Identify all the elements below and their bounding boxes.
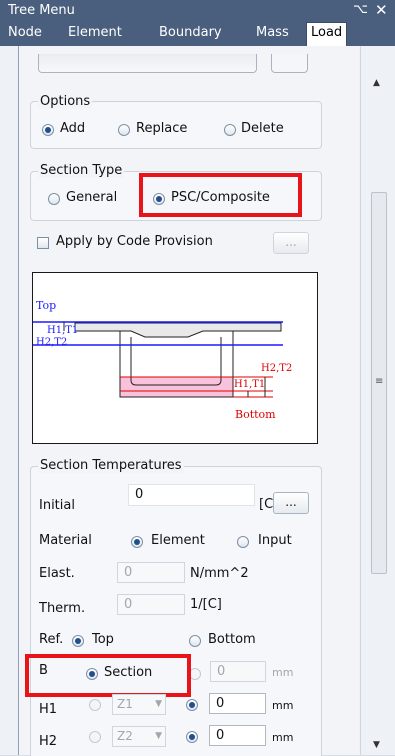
diagram-h2t2-top-label: H2,T2 (36, 337, 68, 348)
h1-zone-select[interactable]: Z1 ▼ (112, 694, 166, 715)
load-case-combo[interactable] (38, 54, 257, 73)
chevron-down-icon: ▼ (155, 731, 162, 741)
h1-value-input[interactable]: 0 (209, 693, 266, 714)
h2-zone-text: Z2 (117, 729, 133, 743)
h2-value-radio[interactable] (186, 731, 198, 743)
tree-menu-window: Tree Menu ⌥ ✕ Node Element Boundary Mass… (0, 0, 395, 756)
tab-mass[interactable]: Mass (256, 25, 289, 40)
tab-bar: Node Element Boundary Mass Load (0, 22, 395, 47)
title-bar: Tree Menu ⌥ ✕ (0, 0, 395, 22)
b-value-input[interactable]: 0 (210, 661, 266, 682)
left-edge (0, 46, 18, 755)
section-general-label[interactable]: General (66, 190, 117, 205)
h2-zone-select[interactable]: Z2 ▼ (112, 726, 166, 747)
elast-input[interactable]: 0 (117, 562, 185, 583)
elast-label: Elast. (39, 566, 75, 581)
initial-more-button[interactable]: ... (273, 492, 309, 514)
b-unit: mm (272, 666, 294, 679)
chevron-down-icon: ▼ (155, 699, 162, 709)
tab-node[interactable]: Node (8, 25, 42, 40)
window-title: Tree Menu (8, 3, 75, 18)
tab-element[interactable]: Element (68, 25, 122, 40)
material-element-label[interactable]: Element (151, 533, 205, 548)
material-element-radio[interactable] (131, 536, 143, 548)
ref-label: Ref. (39, 632, 64, 647)
apply-code-checkbox[interactable] (37, 237, 49, 249)
h1-label: H1 (39, 702, 58, 717)
h1-unit: mm (272, 699, 294, 712)
option-replace-radio[interactable] (118, 124, 130, 136)
h1-zone-text: Z1 (117, 697, 133, 711)
option-delete-label[interactable]: Delete (241, 121, 284, 136)
scroll-up-icon[interactable]: ▲ (373, 78, 380, 88)
diagram-h2t2-bottom-label: H2,T2 (261, 363, 293, 374)
h2-combo-radio[interactable] (89, 731, 101, 743)
h2-label: H2 (39, 734, 58, 749)
section-temperatures-title: Section Temperatures (38, 458, 184, 473)
section-diagram: Top H1,T1 H2,T2 H2,T2 H1,T1 Bottom (32, 272, 318, 444)
flange-shape (74, 322, 282, 338)
therm-label: Therm. (39, 601, 86, 616)
b-section-highlight-box (25, 654, 191, 697)
h2-value-input[interactable]: 0 (209, 725, 266, 746)
option-replace-label[interactable]: Replace (136, 121, 187, 136)
diagram-top-label: Top (36, 299, 57, 312)
ref-bottom-label[interactable]: Bottom (208, 632, 256, 647)
options-title: Options (38, 94, 93, 109)
diagram-h1t1-top-label: H1,T1 (47, 325, 79, 336)
close-icon[interactable]: ✕ (375, 1, 388, 19)
ref-top-radio[interactable] (72, 635, 84, 647)
material-input-radio[interactable] (237, 536, 249, 548)
apply-code-button[interactable]: ... (273, 232, 309, 254)
initial-label: Initial (39, 498, 75, 513)
psc-highlight-box (139, 173, 302, 217)
pin-icon[interactable]: ⌥ (353, 2, 368, 17)
apply-code-label[interactable]: Apply by Code Provision (56, 234, 213, 249)
scroll-down-icon[interactable]: ▼ (373, 740, 380, 750)
option-add-label[interactable]: Add (60, 121, 85, 136)
h2-unit: mm (272, 731, 294, 744)
diagram-h1t1-bottom-label: H1,T1 (234, 379, 266, 390)
pink-band (120, 377, 233, 397)
material-label: Material (39, 533, 92, 548)
therm-unit: 1/[C] (190, 597, 222, 612)
ref-bottom-radio[interactable] (189, 635, 201, 647)
material-input-label[interactable]: Input (258, 533, 292, 548)
ref-top-label[interactable]: Top (92, 632, 114, 647)
tab-boundary[interactable]: Boundary (159, 25, 222, 40)
diagram-bottom-label: Bottom (235, 408, 276, 421)
therm-input[interactable]: 0 (117, 594, 185, 615)
elast-unit: N/mm^2 (190, 566, 249, 581)
section-general-radio[interactable] (48, 193, 60, 205)
tab-load[interactable]: Load (306, 22, 348, 47)
grip-icon: ≡ (375, 376, 384, 387)
h1-value-radio[interactable] (186, 699, 198, 711)
option-add-radio[interactable] (42, 124, 54, 136)
h1-combo-radio[interactable] (89, 699, 101, 711)
section-type-title: Section Type (38, 163, 125, 178)
load-case-button[interactable] (271, 54, 308, 73)
initial-input[interactable]: 0 (128, 484, 255, 506)
option-delete-radio[interactable] (224, 124, 236, 136)
